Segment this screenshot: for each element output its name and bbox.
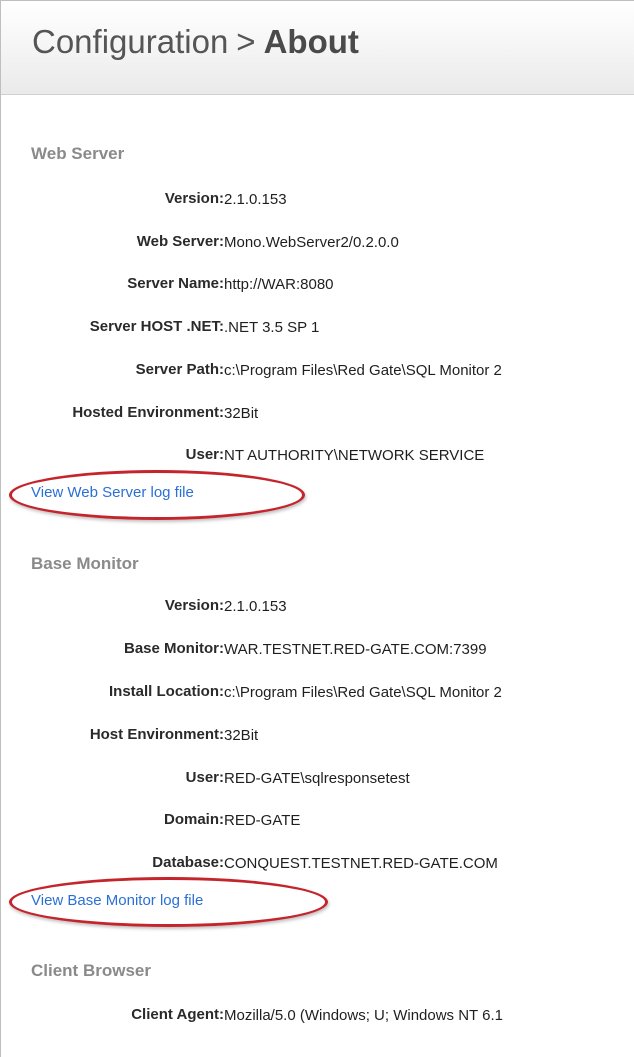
section-title-web-server: Web Server <box>31 144 125 163</box>
field-value: CONQUEST.TESTNET.RED-GATE.COM <box>224 855 498 872</box>
field-value: Mono.WebServer2/0.2.0.0 <box>224 234 399 251</box>
field-value: 2.1.0.153 <box>224 191 287 208</box>
field-value: http://WAR:8080 <box>224 276 334 293</box>
field-value: RED-GATE <box>224 812 301 829</box>
section-title-base-monitor: Base Monitor <box>31 554 139 573</box>
field-value: c:\Program Files\Red Gate\SQL Monitor 2 <box>224 362 502 379</box>
breadcrumb-parent[interactable]: Configuration <box>32 23 228 60</box>
field-row: Host Environment: 32Bit <box>0 726 634 748</box>
field-label: Client Agent: <box>131 1006 224 1023</box>
field-label: Database: <box>152 854 224 871</box>
field-label: Version: <box>164 190 224 207</box>
field-label: Web Server: <box>136 233 224 250</box>
page-header: Configuration > About <box>1 1 634 95</box>
field-row: Install Location: c:\Program Files\Red G… <box>0 683 634 705</box>
breadcrumb-separator: > <box>236 23 256 60</box>
field-row: Version: 2.1.0.153 <box>0 190 634 212</box>
field-label: Domain: <box>164 811 224 828</box>
field-row: Web Server: Mono.WebServer2/0.2.0.0 <box>0 233 634 255</box>
field-label: Host Environment: <box>89 726 224 743</box>
section-title-client-browser: Client Browser <box>31 961 151 980</box>
field-label: Server Path: <box>135 361 224 378</box>
field-row: Version: 2.1.0.153 <box>0 597 634 619</box>
view-base-monitor-log-link[interactable]: View Base Monitor log file <box>31 892 203 909</box>
field-row: User: RED-GATE\sqlresponsetest <box>0 769 634 791</box>
page-title: About <box>263 23 359 60</box>
field-value: 2.1.0.153 <box>224 598 287 615</box>
field-label: User: <box>185 769 224 786</box>
view-web-server-log-link[interactable]: View Web Server log file <box>31 484 194 501</box>
field-row: Domain: RED-GATE <box>0 811 634 833</box>
field-value: c:\Program Files\Red Gate\SQL Monitor 2 <box>224 684 502 701</box>
field-value: RED-GATE\sqlresponsetest <box>224 770 410 787</box>
field-value: .NET 3.5 SP 1 <box>224 319 320 336</box>
field-label: Version: <box>164 597 224 614</box>
field-row: Client Agent: Mozilla/5.0 (Windows; U; W… <box>0 1006 634 1028</box>
field-row: Server Name: http://WAR:8080 <box>0 275 634 297</box>
field-label: Server Name: <box>127 275 224 292</box>
field-label: Hosted Environment: <box>72 404 224 421</box>
field-row: Hosted Environment: 32Bit <box>0 404 634 426</box>
breadcrumb: Configuration > About <box>32 23 359 61</box>
field-row: Server HOST .NET: .NET 3.5 SP 1 <box>0 318 634 340</box>
field-label: User: <box>185 446 224 463</box>
field-row: Base Monitor: WAR.TESTNET.RED-GATE.COM:7… <box>0 640 634 662</box>
field-label: Server HOST .NET: <box>89 318 224 335</box>
field-label: Base Monitor: <box>123 640 224 657</box>
field-value: NT AUTHORITY\NETWORK SERVICE <box>224 447 485 464</box>
field-row: Database: CONQUEST.TESTNET.RED-GATE.COM <box>0 854 634 876</box>
field-value: WAR.TESTNET.RED-GATE.COM:7399 <box>224 641 487 658</box>
field-label: Install Location: <box>108 683 224 700</box>
field-row: Server Path: c:\Program Files\Red Gate\S… <box>0 361 634 383</box>
field-row: User: NT AUTHORITY\NETWORK SERVICE <box>0 446 634 468</box>
field-value: 32Bit <box>224 405 259 422</box>
field-value: 32Bit <box>224 727 259 744</box>
field-value: Mozilla/5.0 (Windows; U; Windows NT 6.1 <box>224 1007 503 1024</box>
